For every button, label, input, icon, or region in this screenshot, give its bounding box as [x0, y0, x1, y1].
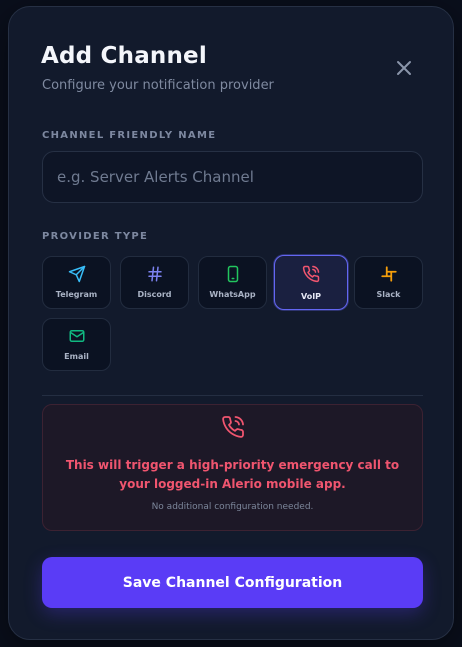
phone-call-icon: [221, 416, 244, 438]
provider-slack[interactable]: Slack: [354, 256, 423, 309]
provider-label: WhatsApp: [209, 290, 256, 299]
save-channel-button[interactable]: Save Channel Configuration: [42, 557, 423, 608]
provider-whatsapp[interactable]: WhatsApp: [198, 256, 267, 309]
provider-label: VoIP: [300, 292, 322, 301]
telegram-send-icon: [68, 265, 85, 283]
phone-call-icon: [302, 265, 320, 283]
mail-icon: [69, 330, 84, 342]
provider-telegram[interactable]: Telegram: [42, 256, 111, 309]
provider-email[interactable]: Email: [42, 318, 111, 371]
slack-icon: [380, 266, 397, 282]
close-icon: [397, 61, 411, 75]
provider-type-label: PROVIDER TYPE: [42, 231, 149, 242]
phone-device-icon: [227, 265, 238, 283]
provider-discord[interactable]: Discord: [120, 256, 189, 309]
channel-name-label: CHANNEL FRIENDLY NAME: [42, 130, 217, 141]
channel-name-input[interactable]: [42, 151, 423, 203]
voip-notice: This will trigger a high-priority emerge…: [42, 404, 423, 531]
provider-label: Slack: [376, 290, 401, 299]
provider-label: Email: [64, 352, 89, 361]
voip-notice-note: No additional configuration needed.: [151, 502, 314, 512]
provider-voip[interactable]: VoIP: [274, 255, 348, 310]
hash-icon: [147, 266, 162, 282]
add-channel-dialog: Add Channel Configure your notification …: [8, 6, 454, 640]
close-button[interactable]: [391, 55, 417, 81]
voip-notice-message: This will trigger a high-priority emerge…: [65, 458, 400, 491]
dialog-subtitle: Configure your notification provider: [42, 78, 274, 93]
provider-label: Telegram: [55, 290, 98, 299]
provider-label: Discord: [137, 290, 172, 299]
dialog-title: Add Channel: [41, 43, 207, 69]
section-divider: [42, 395, 423, 396]
